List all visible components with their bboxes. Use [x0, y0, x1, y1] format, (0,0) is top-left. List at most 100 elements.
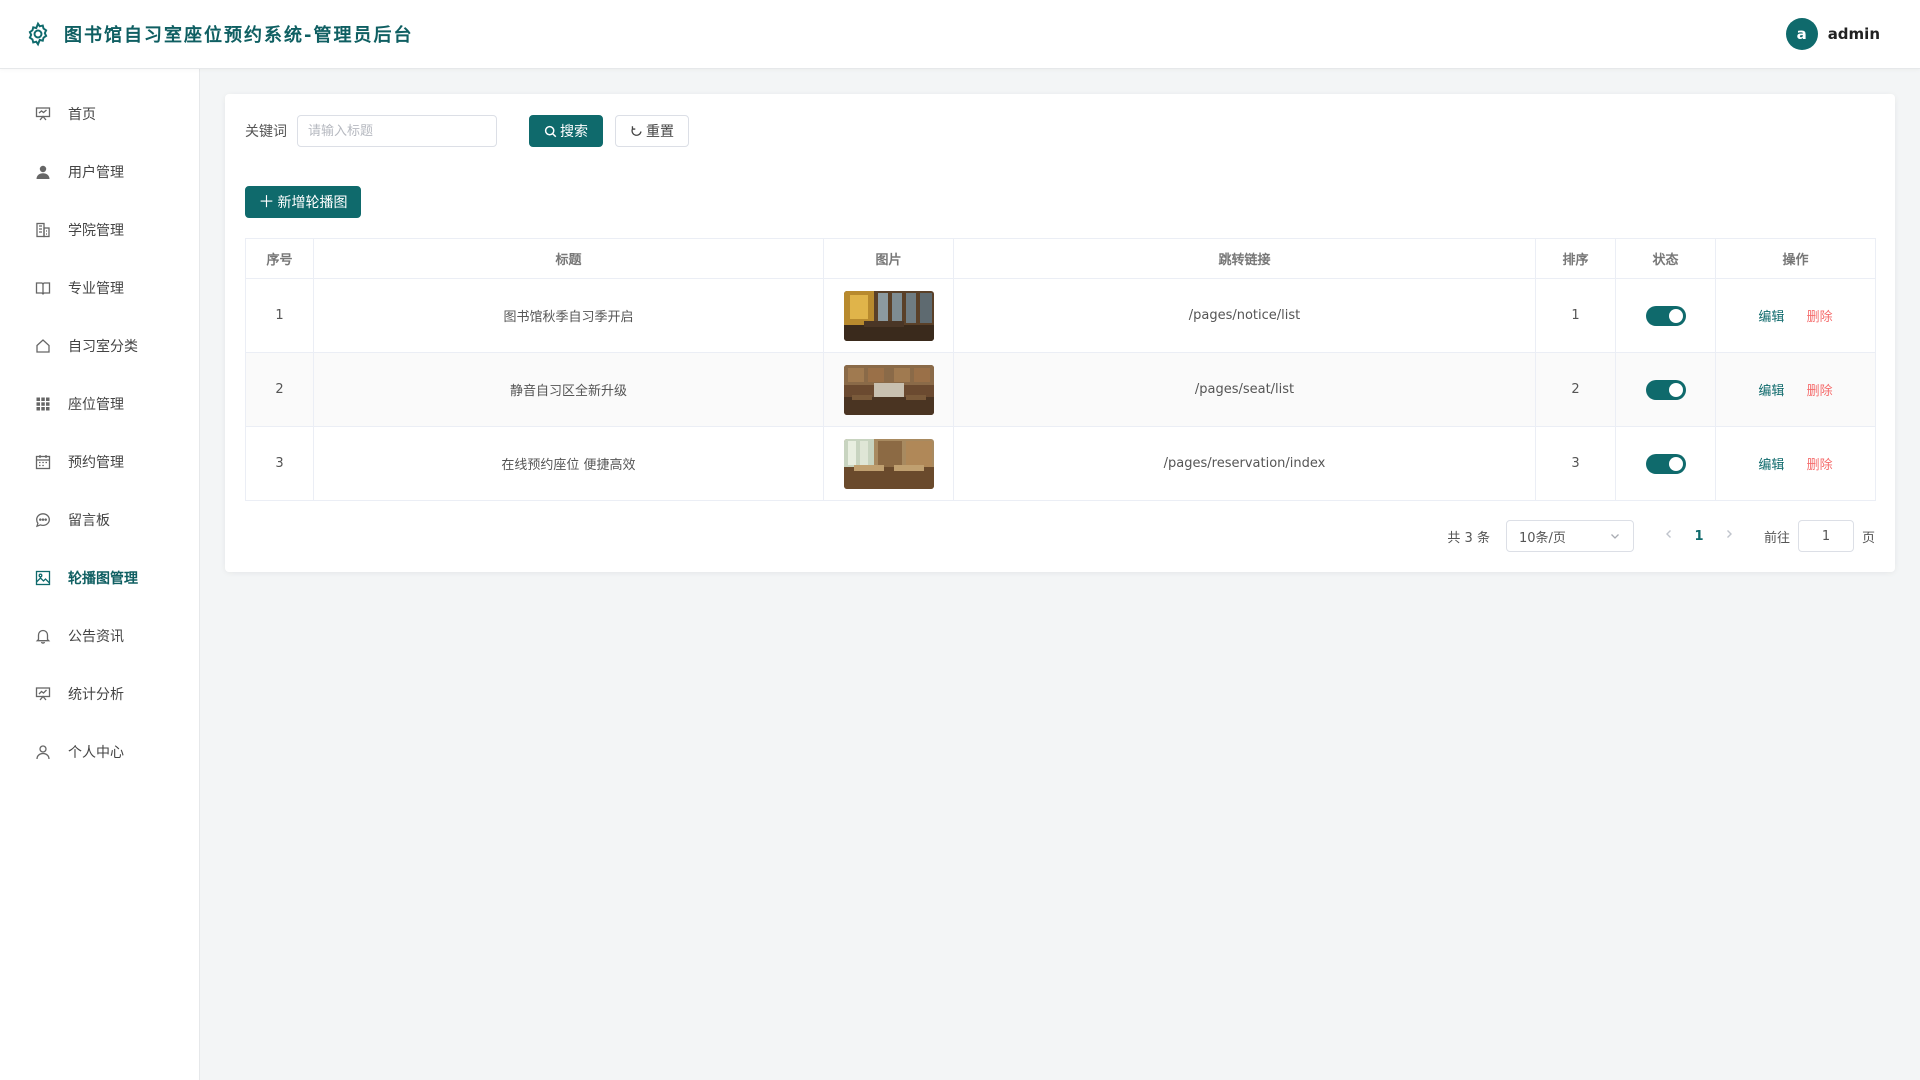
- goto-label: 前往: [1763, 530, 1790, 546]
- cell-actions: 编辑 删除: [1715, 426, 1876, 501]
- table-row: 3 在线预约座位 便捷高效 /pages/reservation/index 3…: [245, 426, 1876, 501]
- sidebar-item-label: 座位管理: [68, 397, 124, 413]
- cell-image: [823, 352, 954, 427]
- carousel-table: 序号 标题 图片 跳转链接 排序 状态 操作 1 图书馆秋季自习季开启 /pag…: [245, 238, 1876, 501]
- cell-actions: 编辑 删除: [1715, 352, 1876, 427]
- carousel-thumbnail[interactable]: [843, 438, 934, 489]
- bell-icon: [34, 627, 52, 645]
- cell-image: [823, 278, 954, 353]
- cell-title: 在线预约座位 便捷高效: [313, 426, 824, 501]
- reset-button[interactable]: 重置: [615, 115, 689, 147]
- keyword-label: 关键词: [245, 124, 287, 140]
- cell-link: /pages/seat/list: [953, 352, 1536, 427]
- sidebar-item-home[interactable]: 首页: [0, 85, 199, 143]
- chevron-down-icon: [1611, 534, 1619, 539]
- search-bar: 关键词 搜索 重置: [245, 114, 1875, 148]
- sidebar-item-label: 统计分析: [68, 687, 124, 703]
- cell-actions: 编辑 删除: [1715, 278, 1876, 353]
- next-page-button[interactable]: [1714, 528, 1744, 544]
- edit-button[interactable]: 编辑: [1758, 384, 1784, 399]
- sidebar-item-label: 专业管理: [68, 281, 124, 297]
- sidebar-item-seats[interactable]: 座位管理: [0, 375, 199, 433]
- total-count: 共 3 条: [1447, 530, 1490, 546]
- cell-sort: 2: [1535, 352, 1616, 427]
- sidebar-item-label: 首页: [68, 107, 96, 123]
- keyword-input[interactable]: [297, 115, 497, 147]
- sidebar-item-statistics[interactable]: 统计分析: [0, 665, 199, 723]
- presentation-icon: [34, 105, 52, 123]
- cell-index: 3: [245, 426, 314, 501]
- edit-button[interactable]: 编辑: [1758, 310, 1784, 325]
- cell-link: /pages/reservation/index: [953, 426, 1536, 501]
- column-header-title: 标题: [313, 238, 824, 279]
- building-icon: [34, 221, 52, 239]
- sidebar-item-users[interactable]: 用户管理: [0, 143, 199, 201]
- user-menu[interactable]: a admin: [1785, 18, 1896, 50]
- sidebar-item-reservations[interactable]: 预约管理: [0, 433, 199, 491]
- sidebar-item-label: 用户管理: [68, 165, 124, 181]
- sidebar-item-carousel[interactable]: 轮播图管理: [0, 549, 199, 607]
- sidebar-item-label: 公告资讯: [68, 629, 124, 645]
- reset-button-label: 重置: [646, 124, 674, 140]
- carousel-thumbnail[interactable]: [843, 364, 934, 415]
- cell-title: 静音自习区全新升级: [313, 352, 824, 427]
- sidebar-item-label: 预约管理: [68, 455, 124, 471]
- cell-sort: 1: [1535, 278, 1616, 353]
- status-toggle[interactable]: [1645, 305, 1686, 326]
- delete-button[interactable]: 删除: [1807, 458, 1833, 473]
- delete-button[interactable]: 删除: [1807, 384, 1833, 399]
- gear-icon: [24, 20, 52, 48]
- plus-icon: ＋: [258, 192, 275, 211]
- sidebar-item-label: 个人中心: [68, 745, 124, 761]
- sidebar-item-messages[interactable]: 留言板: [0, 491, 199, 549]
- sidebar-item-label: 轮播图管理: [68, 571, 138, 587]
- column-header-image: 图片: [823, 238, 954, 279]
- search-button[interactable]: 搜索: [529, 115, 603, 147]
- sidebar-item-label: 自习室分类: [68, 339, 138, 355]
- username[interactable]: admin: [1828, 25, 1880, 43]
- calendar-icon: [34, 453, 52, 471]
- book-icon: [34, 279, 52, 297]
- sidebar-item-notices[interactable]: 公告资讯: [0, 607, 199, 665]
- cell-index: 2: [245, 352, 314, 427]
- sidebar-item-room-categories[interactable]: 自习室分类: [0, 317, 199, 375]
- cell-sort: 3: [1535, 426, 1616, 501]
- prev-page-button[interactable]: [1654, 528, 1684, 544]
- column-header-index: 序号: [245, 238, 314, 279]
- column-header-link: 跳转链接: [953, 238, 1536, 279]
- sidebar-item-label: 留言板: [68, 513, 110, 529]
- user-outline-icon: [34, 743, 52, 761]
- cell-status: [1615, 278, 1716, 353]
- add-carousel-label: 新增轮播图: [277, 195, 348, 211]
- edit-button[interactable]: 编辑: [1758, 458, 1784, 473]
- status-toggle[interactable]: [1645, 453, 1686, 474]
- page-number-current[interactable]: 1: [1684, 529, 1714, 544]
- goto-page-input[interactable]: [1797, 520, 1854, 552]
- sidebar-item-profile[interactable]: 个人中心: [0, 723, 199, 781]
- status-toggle[interactable]: [1645, 379, 1686, 400]
- avatar[interactable]: a: [1785, 18, 1818, 50]
- goto-suffix: 页: [1861, 530, 1875, 546]
- table-row: 2 静音自习区全新升级 /pages/seat/list 2 编辑 删除: [245, 352, 1876, 427]
- chevron-left-icon: [1665, 530, 1671, 538]
- search-button-label: 搜索: [560, 124, 588, 140]
- add-carousel-button[interactable]: ＋ 新增轮播图: [245, 186, 361, 218]
- main-panel: 关键词 搜索 重置 ＋ 新增轮播图 序号 标题 图片 跳转链接 排序 状态 操作: [225, 94, 1895, 572]
- search-icon: [544, 125, 557, 137]
- carousel-thumbnail[interactable]: [843, 290, 934, 341]
- sidebar-item-majors[interactable]: 专业管理: [0, 259, 199, 317]
- cell-index: 1: [245, 278, 314, 353]
- user-icon: [34, 163, 52, 181]
- cell-title: 图书馆秋季自习季开启: [313, 278, 824, 353]
- sidebar-item-colleges[interactable]: 学院管理: [0, 201, 199, 259]
- table-header-row: 序号 标题 图片 跳转链接 排序 状态 操作: [245, 238, 1876, 279]
- delete-button[interactable]: 删除: [1807, 310, 1833, 325]
- sidebar: 首页 用户管理 学院管理 专业管理 自习室分类 座位管理 预约管理 留言板 轮播…: [0, 69, 200, 1080]
- refresh-icon: [631, 125, 642, 136]
- app-title: 图书馆自习室座位预约系统-管理员后台: [64, 25, 414, 46]
- table-row: 1 图书馆秋季自习季开启 /pages/notice/list 1 编辑 删除: [245, 278, 1876, 353]
- page-size-select[interactable]: 10条/页: [1505, 520, 1634, 552]
- home-icon: [34, 337, 52, 355]
- chat-icon: [34, 511, 52, 529]
- cell-status: [1615, 352, 1716, 427]
